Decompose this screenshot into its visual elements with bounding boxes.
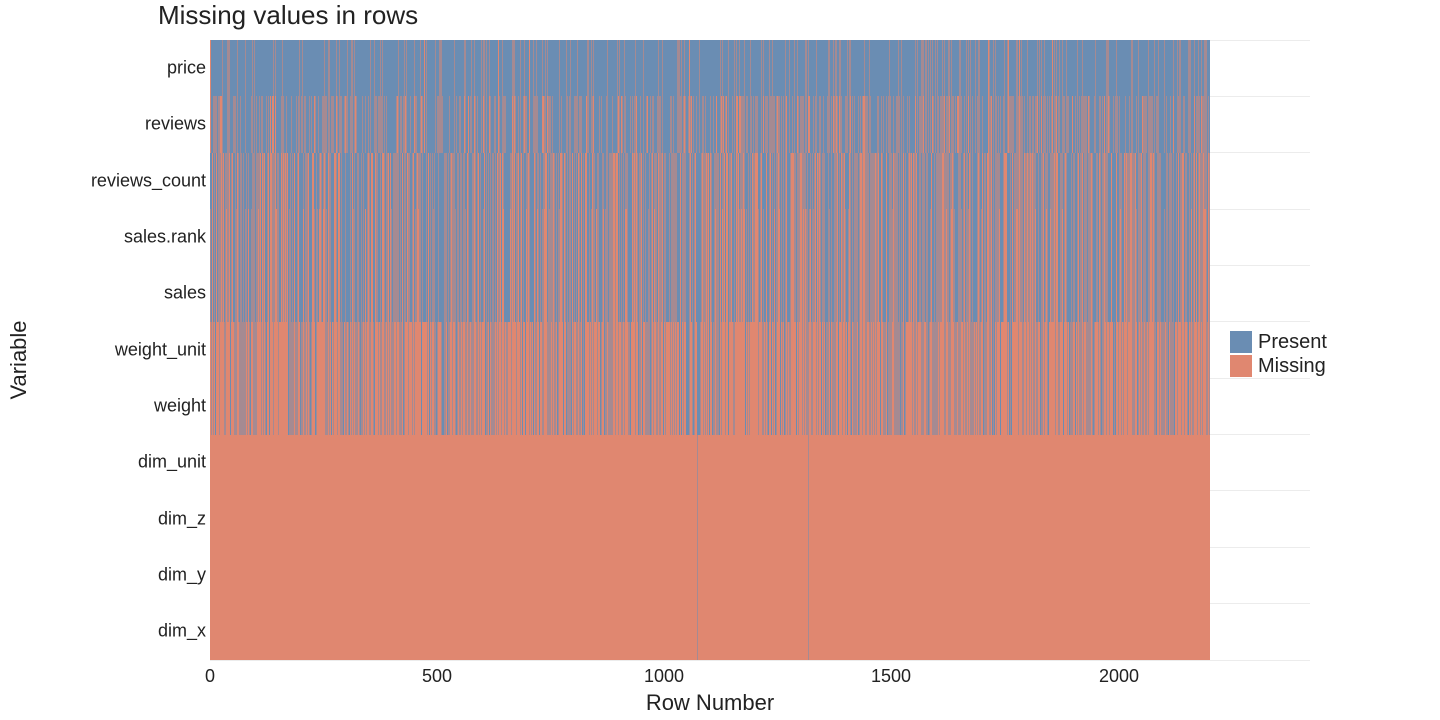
y-tick-label: dim_y	[158, 565, 206, 586]
x-axis-label: Row Number	[646, 690, 774, 716]
heatmap-row	[210, 96, 1210, 152]
x-tick-label: 2000	[1099, 666, 1139, 687]
heatmap-row	[210, 547, 1210, 603]
heatmap-row	[210, 265, 1210, 321]
heatmap-row	[210, 209, 1210, 265]
heatmap-row	[210, 491, 1210, 547]
plot-area	[210, 40, 1210, 660]
x-tick-label: 1500	[871, 666, 911, 687]
x-tick-label: 1000	[644, 666, 684, 687]
legend-label: Missing	[1258, 354, 1326, 378]
legend-swatch-present	[1230, 331, 1252, 353]
y-axis-label: Variable	[6, 320, 32, 399]
legend-item-missing: Missing	[1230, 354, 1327, 378]
y-tick-label: weight	[154, 396, 206, 417]
heatmap-row	[210, 604, 1210, 660]
heatmap-row	[210, 378, 1210, 434]
x-tick-label: 0	[205, 666, 215, 687]
y-tick-label: reviews	[145, 114, 206, 135]
figure: Missing values in rows Variable Row Numb…	[0, 0, 1440, 720]
y-tick-label: dim_unit	[138, 452, 206, 473]
heatmap-row	[210, 435, 1210, 491]
legend-swatch-missing	[1230, 355, 1252, 377]
legend: Present Missing	[1230, 330, 1327, 378]
y-tick-label: sales.rank	[124, 227, 206, 248]
heatmap-row	[210, 40, 1210, 96]
legend-item-present: Present	[1230, 330, 1327, 354]
chart-title: Missing values in rows	[158, 0, 418, 31]
y-tick-label: sales	[164, 283, 206, 304]
heatmap-row	[210, 153, 1210, 209]
y-tick-label: weight_unit	[115, 340, 206, 361]
y-tick-label: dim_x	[158, 621, 206, 642]
heatmap-row	[210, 322, 1210, 378]
y-tick-label: reviews_count	[91, 171, 206, 192]
legend-label: Present	[1258, 330, 1327, 354]
x-tick-label: 500	[422, 666, 452, 687]
heatmap-rows	[210, 40, 1210, 660]
y-tick-label: price	[167, 58, 206, 79]
y-tick-label: dim_z	[158, 509, 206, 530]
